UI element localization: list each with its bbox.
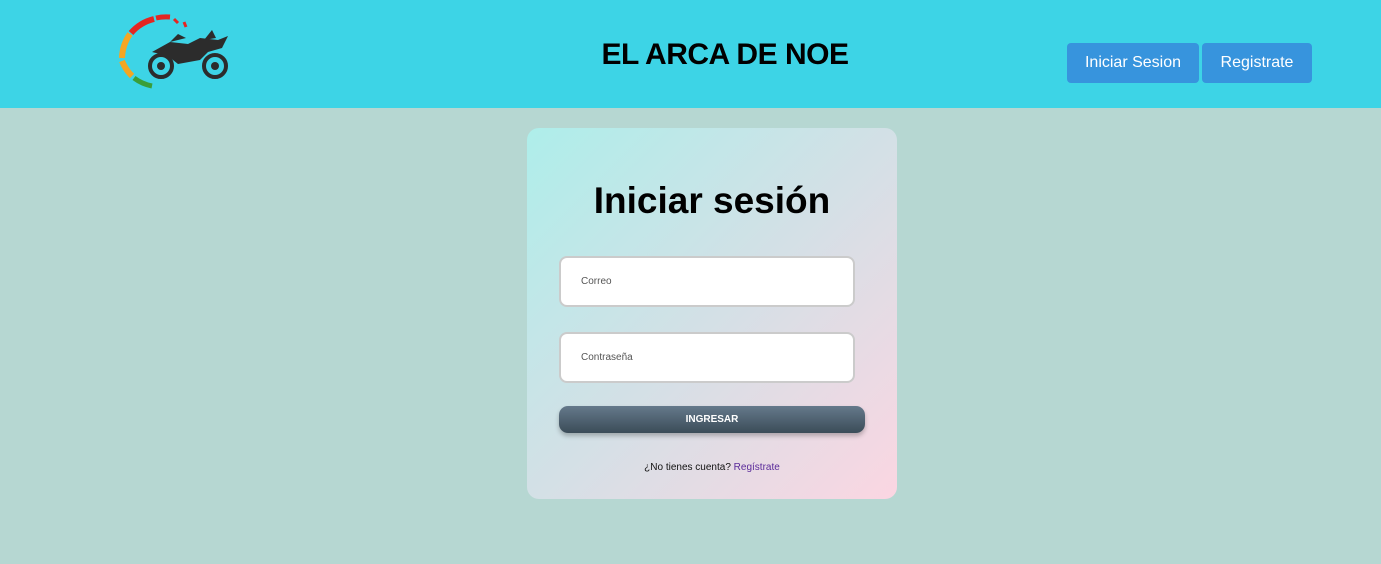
signup-prompt-text: ¿No tienes cuenta? xyxy=(644,462,731,473)
nav-login-button[interactable]: Iniciar Sesion xyxy=(1067,43,1199,83)
motorcycle-logo-icon[interactable] xyxy=(108,14,234,90)
login-title: Iniciar sesión xyxy=(593,180,831,221)
nav-register-button[interactable]: Registrate xyxy=(1202,43,1312,83)
signup-link[interactable]: Regístrate xyxy=(734,462,780,473)
site-title: EL ARCA DE NOE xyxy=(601,38,849,71)
login-card: Iniciar sesión INGRESAR ¿No tienes cuent… xyxy=(527,128,897,499)
signup-prompt: ¿No tienes cuenta? Regístrate xyxy=(527,462,897,473)
password-field[interactable] xyxy=(559,332,855,383)
site-header: EL ARCA DE NOE Iniciar Sesion Registrate xyxy=(0,0,1381,108)
email-field[interactable] xyxy=(559,256,855,307)
submit-button[interactable]: INGRESAR xyxy=(559,406,865,433)
